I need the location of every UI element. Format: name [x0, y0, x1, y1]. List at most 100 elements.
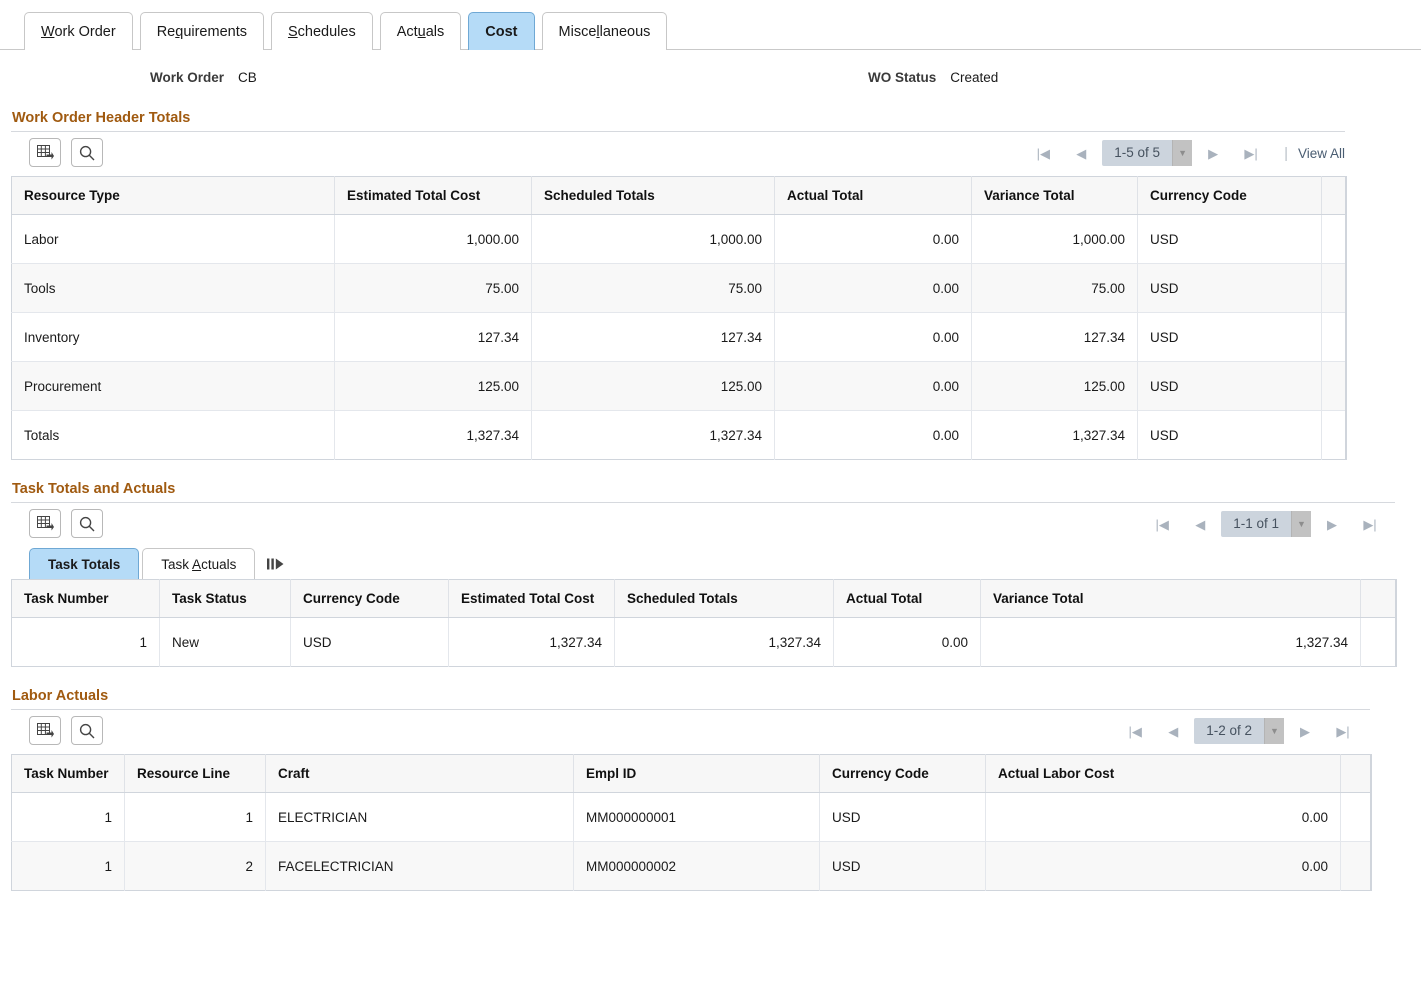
cell-scheduled-totals: 125.00 [532, 362, 775, 411]
chevron-down-icon: ▼ [1172, 140, 1192, 166]
table-row: Inventory 127.34 127.34 0.00 127.34 USD [12, 313, 1346, 362]
pager-next-button[interactable]: ▶ [1286, 725, 1324, 738]
column-header-scheduled-totals[interactable]: Scheduled Totals [615, 580, 834, 618]
column-header-variance-total[interactable]: Variance Total [972, 177, 1138, 215]
pager-first-button[interactable]: |◀ [1143, 518, 1181, 531]
cell-task-number: 1 [12, 842, 125, 891]
column-header-currency-code[interactable]: Currency Code [1138, 177, 1322, 215]
cell-estimated-total-cost: 1,000.00 [335, 215, 532, 264]
cell-spacer [1322, 313, 1346, 362]
pager-range-select[interactable]: 1-1 of 1 ▼ [1221, 511, 1311, 537]
cell-currency-code: USD [1138, 362, 1322, 411]
cell-actual-labor-cost: 0.00 [986, 793, 1341, 842]
pager-last-button[interactable]: ▶| [1324, 725, 1362, 738]
pager-next-button[interactable]: ▶ [1194, 147, 1232, 160]
column-header-actual-total[interactable]: Actual Total [834, 580, 981, 618]
column-header-actual-labor-cost[interactable]: Actual Labor Cost [986, 755, 1341, 793]
pager-range-select[interactable]: 1-5 of 5 ▼ [1102, 140, 1192, 166]
pager-range-label: 1-1 of 1 [1221, 511, 1291, 537]
tab-work-order[interactable]: Work Order [24, 12, 133, 50]
tab-requirements[interactable]: Requirements [140, 12, 264, 50]
pager-prev-button[interactable]: ◀ [1062, 147, 1100, 160]
pager-next-button[interactable]: ▶ [1313, 518, 1351, 531]
column-header-currency-code[interactable]: Currency Code [291, 580, 449, 618]
cell-task-status: New [160, 618, 291, 667]
personalize-grid-button[interactable] [29, 716, 61, 745]
cell-spacer [1341, 842, 1371, 891]
grid-task-totals: |◀ ◀ 1-1 of 1 ▼ ▶ ▶| Task Totals Task Ac… [11, 502, 1395, 667]
cell-estimated-total-cost: 125.00 [335, 362, 532, 411]
column-header-empl-id[interactable]: Empl ID [574, 755, 820, 793]
table-row: Procurement 125.00 125.00 0.00 125.00 US… [12, 362, 1346, 411]
cell-spacer [1322, 215, 1346, 264]
grid-toolbar-labor-actuals: |◀ ◀ 1-2 of 2 ▼ ▶ ▶| [11, 710, 1370, 754]
cell-currency-code: USD [820, 842, 986, 891]
grid-toolbar-task-totals: |◀ ◀ 1-1 of 1 ▼ ▶ ▶| [11, 503, 1395, 547]
work-order-key-fields: Work OrderCB WO StatusCreated [0, 62, 1421, 102]
subtab-task-actuals[interactable]: Task Actuals [142, 548, 255, 579]
chevron-down-icon: ▼ [1264, 718, 1284, 744]
pager-prev-button[interactable]: ◀ [1181, 518, 1219, 531]
tab-cost[interactable]: Cost [468, 12, 534, 50]
pager-last-button[interactable]: ▶| [1351, 518, 1389, 531]
wo-status-field: WO StatusCreated [868, 70, 998, 85]
column-header-resource-type[interactable]: Resource Type [12, 177, 335, 215]
column-header-variance-total[interactable]: Variance Total [981, 580, 1361, 618]
tab-schedules[interactable]: Schedules [271, 12, 373, 50]
cell-spacer [1322, 264, 1346, 313]
pager-last-button[interactable]: ▶| [1232, 147, 1270, 160]
grid-toolbar-header-totals: |◀ ◀ 1-5 of 5 ▼ ▶ ▶| | View All [11, 132, 1345, 176]
cell-actual-total: 0.00 [775, 313, 972, 362]
pager-prev-button[interactable]: ◀ [1154, 725, 1192, 738]
column-header-estimated-total-cost[interactable]: Estimated Total Cost [335, 177, 532, 215]
section-title-header-totals: Work Order Header Totals [12, 110, 1421, 126]
pager-divider: | [1284, 146, 1288, 161]
column-header-resource-line[interactable]: Resource Line [125, 755, 266, 793]
column-header-task-status[interactable]: Task Status [160, 580, 291, 618]
scroll-tabs-right-icon[interactable] [266, 557, 285, 572]
find-in-grid-button[interactable] [71, 509, 103, 538]
column-header-task-number[interactable]: Task Number [12, 755, 125, 793]
grid-arrow-icon [37, 145, 54, 160]
column-header-craft[interactable]: Craft [266, 755, 574, 793]
cell-estimated-total-cost: 75.00 [335, 264, 532, 313]
section-work-order-header-totals: Work Order Header Totals [0, 110, 1421, 460]
personalize-grid-button[interactable] [29, 138, 61, 167]
grid-header-totals: |◀ ◀ 1-5 of 5 ▼ ▶ ▶| | View All Resource… [11, 131, 1345, 460]
wo-status-label: WO Status [868, 70, 936, 85]
search-icon [79, 145, 95, 161]
cell-spacer [1322, 411, 1346, 460]
table-row: 1 1 ELECTRICIAN MM000000001 USD 0.00 [12, 793, 1371, 842]
find-in-grid-button[interactable] [71, 138, 103, 167]
pager-range-label: 1-2 of 2 [1194, 718, 1264, 744]
cell-resource-type: Procurement [12, 362, 335, 411]
column-header-spacer [1322, 177, 1346, 215]
pager-range-select[interactable]: 1-2 of 2 ▼ [1194, 718, 1284, 744]
cell-empl-id: MM000000002 [574, 842, 820, 891]
cell-currency-code: USD [1138, 215, 1322, 264]
cell-resource-type: Inventory [12, 313, 335, 362]
column-header-estimated-total-cost[interactable]: Estimated Total Cost [449, 580, 615, 618]
cell-task-number: 1 [12, 618, 160, 667]
find-in-grid-button[interactable] [71, 716, 103, 745]
table-row: Totals 1,327.34 1,327.34 0.00 1,327.34 U… [12, 411, 1346, 460]
pager-first-button[interactable]: |◀ [1116, 725, 1154, 738]
cell-estimated-total-cost: 1,327.34 [335, 411, 532, 460]
subtab-task-totals[interactable]: Task Totals [29, 548, 139, 579]
pager-task-totals: |◀ ◀ 1-1 of 1 ▼ ▶ ▶| [1143, 510, 1389, 538]
tab-actuals[interactable]: Actuals [380, 12, 462, 50]
column-header-currency-code[interactable]: Currency Code [820, 755, 986, 793]
column-header-actual-total[interactable]: Actual Total [775, 177, 972, 215]
personalize-grid-button[interactable] [29, 509, 61, 538]
cell-resource-line: 1 [125, 793, 266, 842]
cell-estimated-total-cost: 127.34 [335, 313, 532, 362]
cell-scheduled-totals: 75.00 [532, 264, 775, 313]
search-icon [79, 723, 95, 739]
cell-variance-total: 127.34 [972, 313, 1138, 362]
cell-actual-total: 0.00 [775, 215, 972, 264]
tab-miscellaneous[interactable]: Miscellaneous [542, 12, 668, 50]
pager-first-button[interactable]: |◀ [1024, 147, 1062, 160]
column-header-task-number[interactable]: Task Number [12, 580, 160, 618]
view-all-link[interactable]: View All [1298, 146, 1345, 161]
column-header-scheduled-totals[interactable]: Scheduled Totals [532, 177, 775, 215]
